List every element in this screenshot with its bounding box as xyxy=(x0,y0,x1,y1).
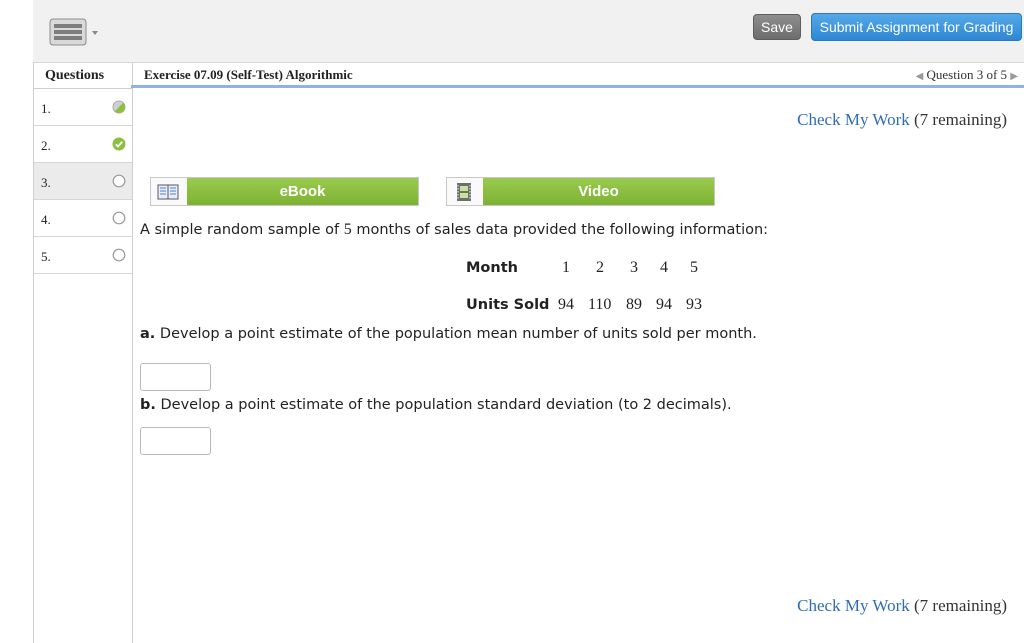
part-b-question: b. Develop a point estimate of the popul… xyxy=(140,397,732,413)
next-question-icon[interactable]: ▶ xyxy=(1010,71,1018,82)
remaining-count: (7 remaining) xyxy=(914,110,1007,129)
question-item-2[interactable]: 2. xyxy=(34,126,132,163)
question-position: Question 3 of 5 xyxy=(926,67,1008,82)
part-a-answer-input[interactable] xyxy=(140,363,211,391)
ebook-button[interactable]: eBook xyxy=(150,177,419,206)
month-value: 2 xyxy=(596,259,604,276)
prev-question-icon[interactable]: ◀ xyxy=(916,71,924,82)
top-toolbar: Save Submit Assignment for Grading xyxy=(33,0,1024,63)
month-label: Month xyxy=(466,260,518,276)
book-icon xyxy=(151,178,185,205)
part-b-answer-input[interactable] xyxy=(140,427,211,455)
question-number: 2. xyxy=(41,138,51,153)
question-item-1[interactable]: 1. xyxy=(34,89,132,126)
units-value: 89 xyxy=(626,296,642,313)
save-button[interactable]: Save xyxy=(753,14,801,40)
unanswered-status-icon xyxy=(112,211,126,225)
units-sold-label: Units Sold xyxy=(466,297,550,313)
check-my-work-link[interactable]: Check My Work xyxy=(797,110,910,129)
keyboard-menu-button[interactable] xyxy=(48,17,102,47)
film-icon xyxy=(447,178,481,205)
chevron-down-icon xyxy=(92,31,98,35)
check-complete-icon xyxy=(112,137,126,151)
month-value: 4 xyxy=(660,259,668,276)
submit-assignment-button[interactable]: Submit Assignment for Grading xyxy=(811,13,1022,41)
question-number: 1. xyxy=(41,101,51,116)
question-item-5[interactable]: 5. xyxy=(34,237,132,274)
question-item-3[interactable]: 3. xyxy=(34,163,132,200)
units-value: 94 xyxy=(558,296,574,313)
check-my-work-top: Check My Work (7 remaining) xyxy=(797,110,1007,130)
month-row: Month 1 2 3 4 5 xyxy=(466,259,698,277)
problem-prompt: A simple random sample of 5 months of sa… xyxy=(140,221,768,239)
question-item-4[interactable]: 4. xyxy=(34,200,132,237)
sidebar-header: Questions xyxy=(34,63,132,89)
part-b-text: Develop a point estimate of the populati… xyxy=(160,397,732,413)
question-number: 3. xyxy=(41,175,51,190)
video-button[interactable]: Video xyxy=(446,177,715,206)
questions-sidebar: Questions 1. 2. 3. 4. 5. xyxy=(33,63,133,643)
part-a-letter: a. xyxy=(140,326,156,342)
units-value: 94 xyxy=(656,296,672,313)
prompt-text: months of sales data provided the follow… xyxy=(356,222,769,238)
question-number: 5. xyxy=(41,249,51,264)
ebook-label: eBook xyxy=(187,178,418,205)
units-sold-row: Units Sold 94 110 89 94 93 xyxy=(466,296,702,314)
check-my-work-bottom: Check My Work (7 remaining) xyxy=(797,596,1007,616)
keyboard-icon xyxy=(49,18,98,46)
part-a-question: a. Develop a point estimate of the popul… xyxy=(140,326,757,342)
month-value: 3 xyxy=(630,259,638,276)
partial-status-icon xyxy=(112,100,126,114)
unanswered-status-icon xyxy=(112,174,126,188)
exercise-title: Exercise 07.09 (Self-Test) Algorithmic xyxy=(144,67,353,82)
month-value: 5 xyxy=(690,259,698,276)
prompt-text: A simple random sample of xyxy=(140,222,340,238)
units-value: 93 xyxy=(686,296,702,313)
part-a-text: Develop a point estimate of the populati… xyxy=(159,326,757,342)
part-b-letter: b. xyxy=(140,397,156,413)
unanswered-status-icon xyxy=(112,248,126,262)
video-label: Video xyxy=(483,178,714,205)
month-value: 1 xyxy=(562,259,570,276)
sample-size: 5 xyxy=(343,221,352,238)
remaining-count: (7 remaining) xyxy=(914,596,1007,615)
units-value: 110 xyxy=(588,296,612,313)
question-navigator: ◀ Question 3 of 5 ▶ xyxy=(916,67,1018,83)
check-my-work-link[interactable]: Check My Work xyxy=(797,596,910,615)
exercise-header: Exercise 07.09 (Self-Test) Algorithmic ◀… xyxy=(131,63,1024,88)
question-number: 4. xyxy=(41,212,51,227)
